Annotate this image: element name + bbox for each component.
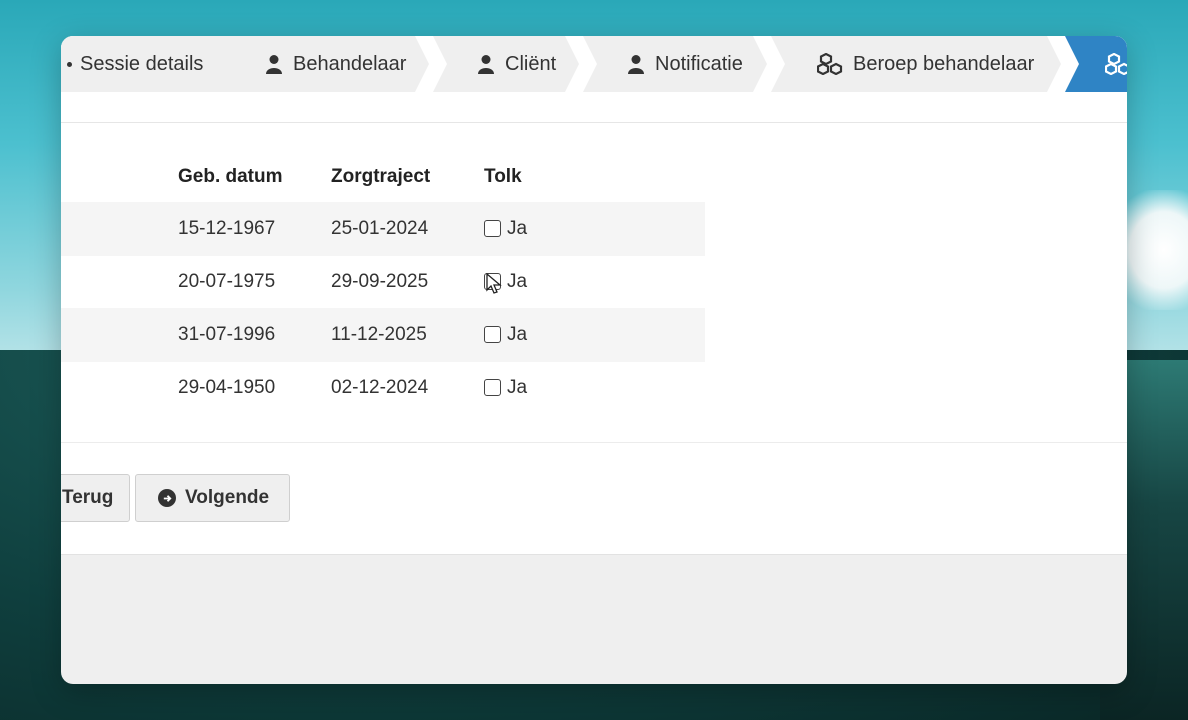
header-divider (61, 122, 1127, 123)
step-beroep-behandelaar[interactable]: Beroep behandelaar (771, 36, 1061, 92)
footer-divider (61, 442, 1127, 443)
wizard-steps: Sessie details Behandelaar Cliënt Notifi… (61, 36, 1127, 92)
app-window: Sessie details Behandelaar Cliënt Notifi… (61, 36, 1127, 684)
step-sessie-details[interactable]: Sessie details (61, 36, 239, 92)
user-icon (627, 54, 645, 74)
cubes-icon (1105, 53, 1127, 75)
cell-care-track: 11-12-2025 (331, 324, 427, 345)
cubes-icon (817, 53, 843, 75)
interpreter-checkbox[interactable] (484, 326, 501, 343)
checkbox-label[interactable]: Ja (507, 255, 527, 309)
cell-birthdate: 20-07-1975 (178, 271, 276, 292)
step-behandelaar[interactable]: Behandelaar (221, 36, 429, 92)
dot-icon (67, 62, 72, 67)
interpreter-checkbox[interactable] (484, 220, 501, 237)
arrow-right-circle-icon (158, 489, 176, 507)
cell-birthdate: 29-04-1950 (178, 377, 276, 398)
back-button[interactable]: Terug (61, 474, 130, 522)
cell-care-track: 02-12-2024 (331, 377, 429, 398)
mouse-cursor-icon (486, 273, 502, 294)
cell-care-track: 29-09-2025 (331, 271, 429, 292)
next-label: Volgende (185, 487, 270, 508)
step-label: Beroep behandelaar (853, 52, 1035, 75)
user-icon (477, 54, 495, 74)
step-label: Notificatie (655, 52, 743, 75)
cell-birthdate: 31-07-1996 (178, 324, 276, 345)
checkbox-label[interactable]: Ja (507, 308, 527, 362)
checkbox-label[interactable]: Ja (507, 202, 527, 256)
step-label: Sessie details (80, 52, 204, 75)
step-notificatie[interactable]: Notificatie (583, 36, 767, 92)
column-header-interpreter: Tolk (484, 166, 522, 187)
table-row: 20-07-1975 29-09-2025 Ja (61, 255, 705, 309)
back-label: Terug (62, 487, 114, 508)
user-icon (265, 54, 283, 74)
cell-care-track: 25-01-2024 (331, 218, 429, 239)
table-row: 29-04-1950 02-12-2024 Ja (61, 361, 705, 415)
table-row: 15-12-1967 25-01-2024 Ja (61, 202, 705, 256)
step-label: Cliënt (505, 52, 557, 75)
next-button[interactable]: Volgende (135, 474, 290, 522)
table-row: 31-07-1996 11-12-2025 Ja (61, 308, 705, 362)
step-label: Behandelaar (293, 52, 407, 75)
interpreter-checkbox[interactable] (484, 379, 501, 396)
form-panel: Sessie details Behandelaar Cliënt Notifi… (61, 36, 1127, 555)
column-header-care-track: Zorgtraject (331, 166, 431, 187)
step-active[interactable] (1065, 36, 1127, 92)
cell-birthdate: 15-12-1967 (178, 218, 276, 239)
step-client[interactable]: Cliënt (433, 36, 579, 92)
checkbox-label[interactable]: Ja (507, 361, 527, 415)
column-header-birthdate: Geb. datum (178, 166, 283, 187)
